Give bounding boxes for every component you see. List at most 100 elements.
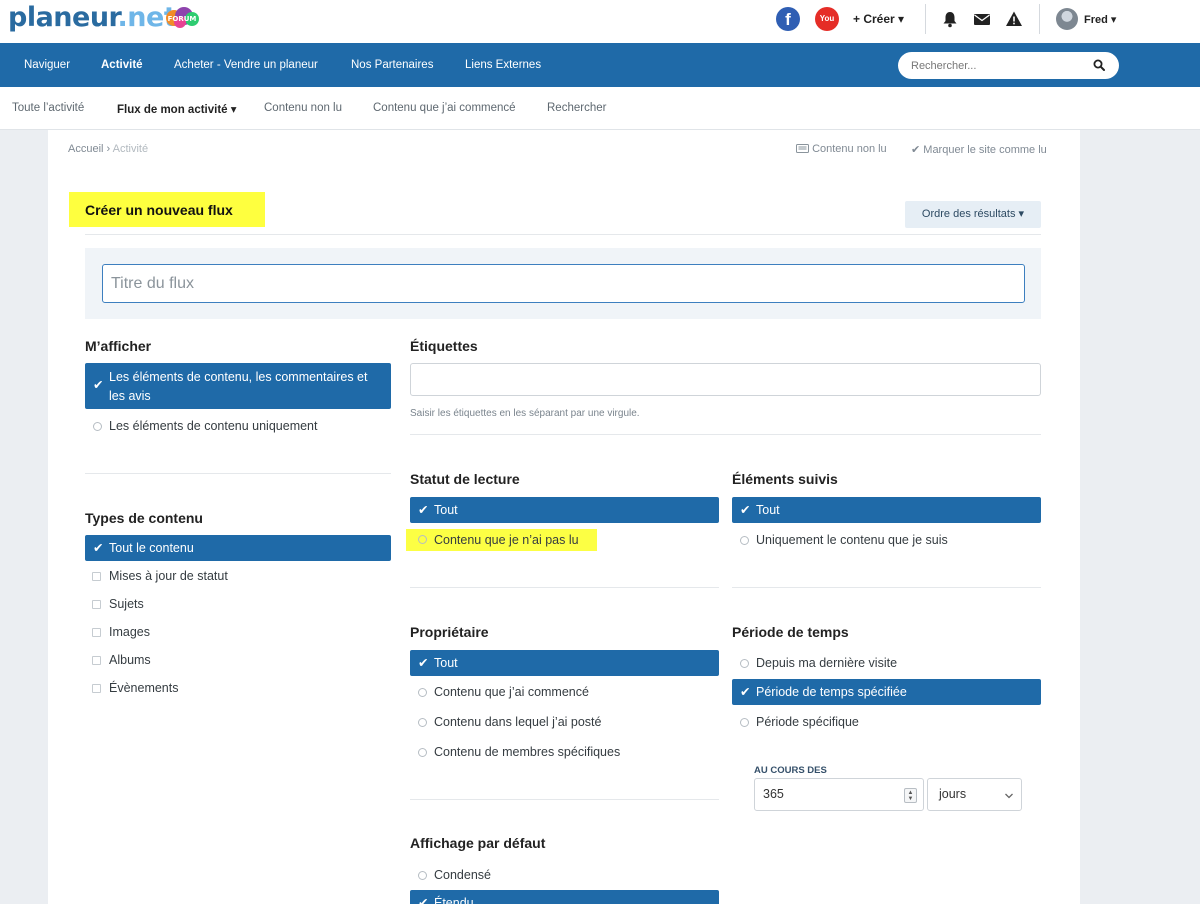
content-type-status-updates[interactable]: Mises à jour de statut [85, 563, 391, 589]
nav-item-liens-externes[interactable]: Liens Externes [465, 59, 541, 71]
nav-item-activite[interactable]: Activité [101, 59, 143, 71]
view-expanded[interactable]: ✔ Étendu [410, 890, 719, 904]
secondary-nav: Toute l’activité Flux de mon activité ▾ … [0, 87, 1200, 130]
radio-icon [418, 748, 427, 757]
user-menu-button[interactable]: Fred ▾ [1084, 13, 1116, 26]
number-stepper-icon[interactable]: ▲ ▼ [904, 788, 917, 803]
create-menu-button[interactable]: + Créer ▾ [853, 12, 904, 26]
owner-all[interactable]: ✔ Tout [410, 650, 719, 676]
tab-content-i-started[interactable]: Contenu que j’ai commencé [373, 102, 516, 114]
period-amount-value: 365 [763, 787, 784, 801]
time-period-heading: Période de temps [732, 624, 849, 640]
divider [732, 587, 1041, 588]
option-label: Contenu que j’ai commencé [434, 685, 589, 699]
facebook-icon[interactable]: f [776, 7, 800, 31]
mark-site-read-label: Marquer le site comme lu [923, 144, 1047, 156]
content-type-images[interactable]: Images [85, 619, 391, 645]
tab-my-activity-streams[interactable]: Flux de mon activité ▾ [117, 102, 237, 116]
tab-unread-content[interactable]: Contenu non lu [264, 102, 342, 114]
default-view-heading: Affichage par défaut [410, 835, 546, 851]
search-icon[interactable] [1093, 59, 1105, 71]
divider [1039, 4, 1040, 34]
nav-item-partenaires[interactable]: Nos Partenaires [351, 59, 433, 71]
option-label: Images [109, 625, 150, 639]
view-condensed[interactable]: Condensé [410, 862, 719, 888]
breadcrumb-home[interactable]: Accueil [68, 143, 103, 155]
followed-heading: Éléments suivis [732, 471, 838, 487]
nav-item-naviguer[interactable]: Naviguer [24, 59, 70, 71]
breadcrumb: Accueil › Activité [68, 143, 148, 155]
show-me-heading: M’afficher [85, 338, 152, 354]
bell-icon[interactable] [941, 10, 959, 28]
read-status-heading: Statut de lecture [410, 471, 520, 487]
within-label: AU COURS DES [754, 765, 827, 776]
site-logo[interactable]: planeur.net [8, 2, 177, 33]
tags-hint: Saisir les étiquettes en les séparant pa… [410, 408, 640, 419]
create-label: + Créer [853, 12, 895, 26]
envelope-icon[interactable] [973, 10, 991, 28]
mark-site-read-link[interactable]: ✔ Marquer le site comme lu [911, 143, 1047, 156]
divider [85, 234, 1041, 235]
radio-icon [93, 422, 102, 431]
search-input[interactable] [911, 57, 1086, 74]
content-type-all[interactable]: ✔ Tout le contenu [85, 535, 391, 561]
read-status-all[interactable]: ✔ Tout [410, 497, 719, 523]
youtube-icon[interactable]: You [815, 7, 839, 31]
time-specified-period[interactable]: ✔ Période de temps spécifiée [732, 679, 1041, 705]
chevron-down-icon [1005, 793, 1013, 799]
top-header: planeur.net FORUM f You + Créer ▾ Fred ▾ [0, 0, 1200, 43]
owner-started[interactable]: Contenu que j’ai commencé [410, 679, 719, 705]
option-label: Contenu de membres spécifiques [434, 745, 621, 759]
content-type-albums[interactable]: Albums [85, 647, 391, 673]
period-unit-select[interactable]: jours [927, 778, 1022, 811]
content-type-events[interactable]: Évènements [85, 675, 391, 701]
tags-input[interactable] [410, 363, 1041, 396]
user-name: Fred [1084, 14, 1108, 26]
content-types-heading: Types de contenu [85, 510, 203, 526]
radio-icon [740, 718, 749, 727]
check-icon: ✔ [418, 503, 429, 517]
followed-only-mine[interactable]: Uniquement le contenu que je suis [732, 527, 1041, 553]
followed-all[interactable]: ✔ Tout [732, 497, 1041, 523]
sort-results-label: Ordre des résultats [921, 208, 1016, 220]
option-label: Depuis ma dernière visite [756, 656, 898, 670]
time-since-last-visit[interactable]: Depuis ma dernière visite [732, 650, 1041, 676]
sort-results-button[interactable]: Ordre des résultats ▾ [905, 201, 1041, 228]
tags-heading: Étiquettes [410, 338, 478, 354]
tab-all-activity[interactable]: Toute l’activité [12, 102, 84, 114]
nav-item-acheter-vendre[interactable]: Acheter - Vendre un planeur [174, 59, 318, 71]
checkbox-icon [92, 628, 101, 637]
checkbox-icon [92, 684, 101, 693]
show-me-option-items-only[interactable]: Les éléments de contenu uniquement [85, 413, 391, 439]
user-avatar[interactable] [1056, 8, 1078, 30]
option-label: Étendu [434, 896, 474, 904]
logo-text: planeur.net [8, 2, 177, 33]
period-amount-input[interactable]: 365 ▲ ▼ [754, 778, 924, 811]
radio-icon [418, 688, 427, 697]
time-specific-range[interactable]: Période spécifique [732, 709, 1041, 735]
option-label: Les éléments de contenu, les commentaire… [109, 370, 368, 403]
caret-down-icon: ▾ [230, 104, 237, 116]
option-label: Tout le contenu [109, 541, 194, 555]
forum-badge-icon: FORUM [166, 7, 199, 28]
check-icon: ✔ [418, 656, 429, 670]
unread-content-link[interactable]: Contenu non lu [796, 143, 887, 155]
divider [85, 473, 391, 474]
radio-icon [418, 535, 427, 544]
owner-specific-members[interactable]: Contenu de membres spécifiques [410, 739, 719, 765]
divider [410, 587, 719, 588]
option-label: Sujets [109, 597, 144, 611]
owner-posted-in[interactable]: Contenu dans lequel j’ai posté [410, 709, 719, 735]
svg-text:FORUM: FORUM [168, 15, 197, 23]
warning-icon[interactable] [1005, 10, 1023, 28]
read-status-unread[interactable]: Contenu que je n’ai pas lu [406, 529, 597, 551]
content-type-topics[interactable]: Sujets [85, 591, 391, 617]
divider [410, 434, 1041, 435]
show-me-option-all[interactable]: ✔ Les éléments de contenu, les commentai… [85, 363, 391, 409]
unread-content-label: Contenu non lu [812, 143, 887, 155]
stream-title-input[interactable] [102, 264, 1025, 303]
checkbox-icon [92, 600, 101, 609]
tab-label: Flux de mon activité [117, 104, 228, 116]
search-box [898, 52, 1119, 79]
tab-search[interactable]: Rechercher [547, 102, 606, 114]
